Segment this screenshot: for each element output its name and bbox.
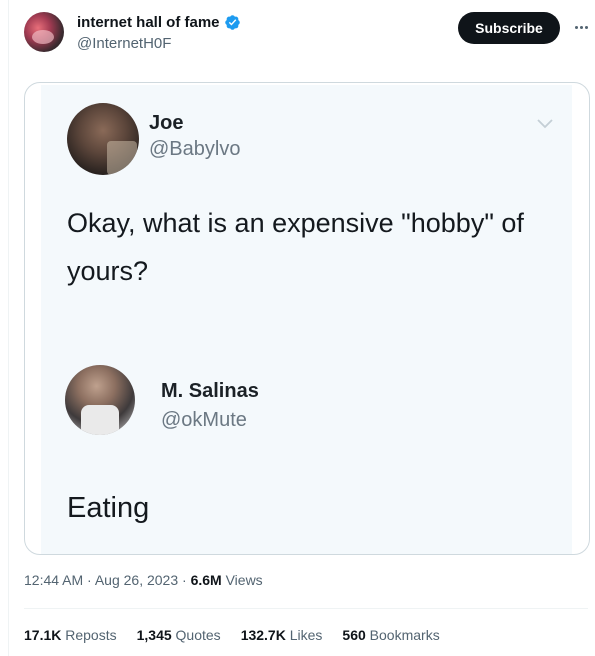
reply-post-text: Eating: [67, 492, 150, 524]
divider: [24, 608, 588, 609]
likes-label: Likes: [285, 627, 323, 643]
meta-separator: ·: [83, 572, 95, 588]
author-display-name[interactable]: internet hall of fame: [77, 14, 220, 31]
timeline-border: [8, 0, 9, 656]
views-count: 6.6M: [190, 572, 222, 588]
quotes-count: 1,345: [136, 627, 172, 643]
joe-avatar: [67, 103, 139, 175]
engagement-stats: 17.1K Reposts 1,345 Quotes 132.7K Likes …: [24, 627, 440, 643]
more-horizontal-icon[interactable]: [568, 14, 594, 40]
tweet-media[interactable]: Joe @Babylvo Okay, what is an expensive …: [24, 82, 590, 555]
first-post-text-line2: yours?: [67, 256, 149, 286]
bookmarks-stat[interactable]: 560 Bookmarks: [342, 627, 439, 643]
first-post-name: Joe: [149, 112, 184, 134]
reply-post-name: M. Salinas: [161, 380, 259, 402]
tweet-date[interactable]: Aug 26, 2023: [95, 572, 178, 588]
quotes-stat[interactable]: 1,345 Quotes: [137, 627, 221, 643]
author-handle[interactable]: @InternetH0F: [77, 35, 171, 52]
bookmarks-count: 560: [342, 627, 366, 643]
verified-badge-icon[interactable]: [224, 14, 241, 31]
reposts-label: Reposts: [61, 627, 117, 643]
author-name-row: internet hall of fame: [77, 14, 241, 31]
tweet-header: internet hall of fame @InternetH0F Subsc…: [24, 10, 588, 54]
quoted-screenshot: Joe @Babylvo Okay, what is an expensive …: [41, 85, 572, 554]
quotes-label: Quotes: [171, 627, 221, 643]
likes-count: 132.7K: [240, 627, 286, 643]
subscribe-button[interactable]: Subscribe: [458, 12, 560, 44]
tweet-time[interactable]: 12:44 AM: [24, 572, 83, 588]
first-post-text-line1: Okay, what is an expensive "hobby" of: [67, 208, 524, 238]
reposts-stat[interactable]: 17.1K Reposts: [24, 627, 117, 643]
reposts-count: 17.1K: [24, 627, 62, 643]
first-post-handle: @Babylvo: [149, 138, 241, 160]
salinas-avatar: [65, 365, 135, 435]
views-label: Views: [221, 572, 263, 588]
likes-stat[interactable]: 132.7K Likes: [241, 627, 323, 643]
chevron-down-icon: [537, 119, 553, 129]
tweet-meta: 12:44 AM · Aug 26, 2023 · 6.6M Views: [24, 572, 263, 588]
bookmarks-label: Bookmarks: [365, 627, 440, 643]
meta-separator: ·: [178, 572, 191, 588]
reply-post-handle: @okMute: [161, 409, 247, 431]
author-avatar[interactable]: [24, 12, 64, 52]
